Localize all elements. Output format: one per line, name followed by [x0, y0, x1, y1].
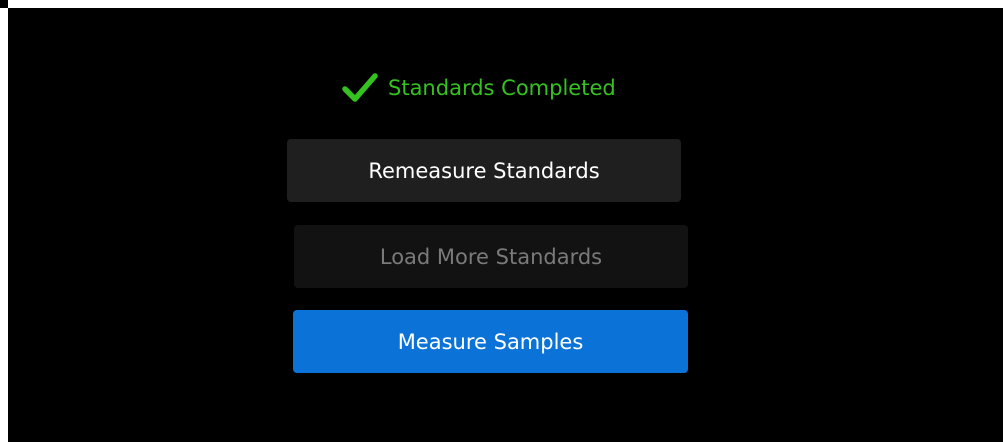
measure-samples-button[interactable]: Measure Samples	[293, 310, 688, 373]
checkmark-icon	[342, 72, 378, 104]
standards-status: Standards Completed	[342, 68, 616, 108]
remeasure-standards-button[interactable]: Remeasure Standards	[287, 139, 681, 202]
status-text: Standards Completed	[388, 76, 616, 100]
top-left-edge	[0, 0, 8, 8]
load-more-standards-button: Load More Standards	[294, 225, 688, 288]
